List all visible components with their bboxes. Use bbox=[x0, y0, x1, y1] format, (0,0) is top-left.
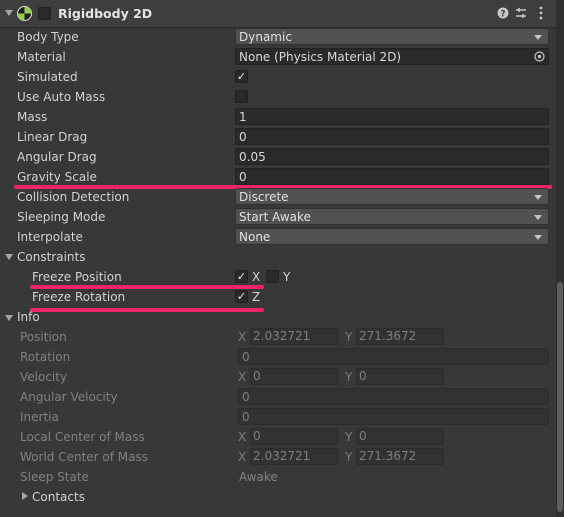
interpolate-value: None bbox=[239, 230, 271, 244]
rotation-label: Rotation bbox=[20, 350, 71, 364]
freeze-rotation-highlight bbox=[30, 308, 264, 312]
material-label: Material bbox=[17, 50, 66, 64]
component-enabled-checkbox[interactable] bbox=[38, 7, 51, 20]
gravity-scale-label: Gravity Scale bbox=[17, 170, 97, 184]
material-value: None (Physics Material 2D) bbox=[239, 50, 402, 64]
mass-label: Mass bbox=[17, 110, 48, 124]
collision-detection-label: Collision Detection bbox=[17, 190, 130, 204]
contacts-foldout-icon[interactable] bbox=[22, 492, 28, 500]
world-com-y-field: 271.3672 bbox=[356, 448, 444, 465]
collision-detection-value: Discrete bbox=[239, 190, 289, 204]
world-com-x-field: 2.032721 bbox=[250, 448, 338, 465]
position-x-field: 2.032721 bbox=[250, 328, 338, 345]
mass-field[interactable]: 1 bbox=[235, 108, 549, 125]
freeze-rotation-z-checkbox[interactable]: ✓ bbox=[235, 290, 248, 303]
local-com-y-field: 0 bbox=[356, 428, 444, 445]
world-com-x-label: X bbox=[238, 450, 247, 464]
velocity-x-label: X bbox=[238, 370, 247, 384]
freeze-rotation-label: Freeze Rotation bbox=[32, 290, 126, 304]
gravity-scale-field[interactable]: 0 bbox=[235, 168, 549, 185]
info-label[interactable]: Info bbox=[17, 308, 40, 326]
velocity-y-label: Y bbox=[345, 370, 353, 384]
presets-icon[interactable] bbox=[515, 7, 527, 19]
use-auto-mass-label: Use Auto Mass bbox=[17, 90, 106, 104]
collision-detection-dropdown[interactable]: Discrete bbox=[235, 188, 549, 205]
component-title: Rigidbody 2D bbox=[58, 6, 153, 21]
chevron-down-icon[interactable] bbox=[5, 10, 13, 16]
angular-velocity-field: 0 bbox=[238, 388, 549, 405]
position-y-field: 271.3672 bbox=[356, 328, 444, 345]
scrollbar-thumb[interactable] bbox=[557, 282, 563, 512]
linear-drag-label: Linear Drag bbox=[17, 130, 88, 144]
local-center-of-mass-label: Local Center of Mass bbox=[20, 430, 145, 444]
help-icon[interactable]: ? bbox=[497, 7, 509, 20]
world-com-y-label: Y bbox=[345, 450, 353, 464]
world-center-of-mass-label: World Center of Mass bbox=[20, 450, 148, 464]
interpolate-label: Interpolate bbox=[17, 230, 83, 244]
chevron-down-icon bbox=[534, 235, 542, 240]
position-y-label: Y bbox=[345, 330, 353, 344]
sleeping-mode-dropdown[interactable]: Start Awake bbox=[235, 208, 549, 225]
freeze-position-x-label: X bbox=[252, 270, 261, 284]
constraints-label[interactable]: Constraints bbox=[17, 248, 85, 266]
angular-drag-field[interactable]: 0.05 bbox=[235, 148, 549, 165]
local-com-x-field: 0 bbox=[250, 428, 338, 445]
body-type-value: Dynamic bbox=[239, 30, 292, 44]
object-picker-icon[interactable] bbox=[534, 51, 545, 62]
freeze-rotation-z-label: Z bbox=[252, 290, 261, 304]
body-type-dropdown[interactable]: Dynamic bbox=[235, 28, 549, 45]
inertia-label: Inertia bbox=[20, 410, 59, 424]
freeze-position-y-label: Y bbox=[283, 270, 291, 284]
simulated-checkbox[interactable]: ✓ bbox=[235, 70, 248, 83]
linear-drag-field[interactable]: 0 bbox=[235, 128, 549, 145]
velocity-x-field: 0 bbox=[250, 368, 338, 385]
freeze-position-y-checkbox[interactable] bbox=[266, 270, 279, 283]
info-foldout-icon[interactable] bbox=[5, 315, 13, 321]
inertia-field: 0 bbox=[238, 408, 549, 425]
velocity-y-field: 0 bbox=[356, 368, 444, 385]
interpolate-dropdown[interactable]: None bbox=[235, 228, 549, 245]
chevron-down-icon bbox=[534, 35, 542, 40]
sleeping-mode-value: Start Awake bbox=[239, 210, 311, 224]
constraints-foldout-icon[interactable] bbox=[5, 254, 13, 260]
rotation-field: 0 bbox=[238, 348, 549, 365]
body-type-label: Body Type bbox=[17, 30, 79, 44]
velocity-label: Velocity bbox=[20, 370, 68, 384]
sleep-state-value: Awake bbox=[239, 470, 278, 484]
angular-velocity-label: Angular Velocity bbox=[20, 390, 118, 404]
sleeping-mode-label: Sleeping Mode bbox=[17, 210, 106, 224]
position-label: Position bbox=[20, 330, 67, 344]
chevron-down-icon bbox=[534, 215, 542, 220]
sleep-state-label: Sleep State bbox=[20, 470, 89, 484]
material-object-field[interactable]: None (Physics Material 2D) bbox=[235, 48, 549, 65]
svg-text:?: ? bbox=[500, 10, 505, 20]
local-com-y-label: Y bbox=[345, 430, 353, 444]
chevron-down-icon bbox=[534, 195, 542, 200]
use-auto-mass-checkbox[interactable] bbox=[235, 90, 248, 103]
position-x-label: X bbox=[238, 330, 247, 344]
simulated-label: Simulated bbox=[17, 70, 78, 84]
kebab-menu-icon[interactable] bbox=[538, 6, 544, 20]
local-com-x-label: X bbox=[238, 430, 247, 444]
freeze-position-x-checkbox[interactable]: ✓ bbox=[235, 270, 248, 283]
rigidbody-icon bbox=[17, 6, 32, 21]
angular-drag-label: Angular Drag bbox=[17, 150, 97, 164]
freeze-position-label: Freeze Position bbox=[32, 270, 122, 284]
contacts-label[interactable]: Contacts bbox=[32, 488, 85, 506]
